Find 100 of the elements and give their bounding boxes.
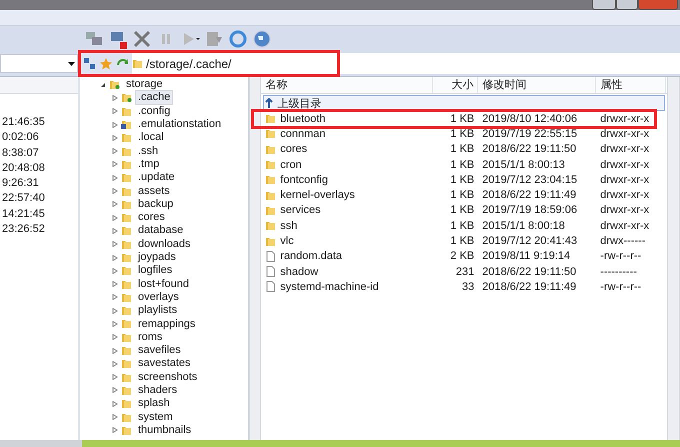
tree-item[interactable]: logfiles: [134, 263, 176, 278]
expand-icon[interactable]: [112, 94, 118, 101]
column-header[interactable]: 属性: [596, 77, 666, 93]
expand-icon[interactable]: [112, 268, 118, 274]
tree-item[interactable]: savefiles: [134, 343, 184, 358]
scrollbar[interactable]: [248, 77, 262, 440]
folder-icon: [120, 146, 132, 157]
folder-icon: [265, 236, 276, 247]
table-cell-text: 2019/7/12 23:04:15: [481, 174, 578, 186]
folder-icon: [120, 318, 132, 330]
table-cell-text: 231: [454, 266, 476, 278]
table-cell-text: ----------: [599, 266, 638, 278]
minimize-button[interactable]: [592, 0, 616, 10]
folder-icon: [120, 332, 132, 343]
scrollbar[interactable]: [667, 77, 680, 440]
tree-item[interactable]: .local: [134, 130, 167, 146]
path-field[interactable]: /storage/.cache/: [80, 53, 680, 74]
folder-icon: [265, 144, 276, 155]
table-cell-text: 2018/6/22 19:11:49: [481, 280, 578, 293]
folder-icon: [120, 106, 132, 117]
folder-icon: [120, 372, 132, 383]
row-label: 上级目录: [277, 96, 322, 110]
file-icon: [265, 281, 276, 292]
tree-item[interactable]: overlays: [134, 290, 182, 305]
column-header[interactable]: 修改时间: [478, 77, 596, 93]
file-name: fontconfig: [261, 174, 434, 186]
tree-item[interactable]: .tmp: [134, 156, 162, 172]
tree-item[interactable]: shaders: [134, 382, 180, 398]
tree-item[interactable]: screenshots: [134, 370, 200, 385]
up-arrow-icon: [264, 98, 274, 108]
folder-icon: [265, 204, 276, 216]
table-cell-text: -rw-r--r--: [599, 250, 642, 262]
tree-item[interactable]: .config: [134, 104, 174, 119]
folder-icon: [120, 305, 132, 316]
file-name: ssh: [261, 220, 434, 232]
expand-icon[interactable]: [112, 400, 118, 407]
table-cell-text: 1 KB: [449, 112, 476, 125]
file-name: kernel-overlays: [261, 189, 434, 202]
tree-item[interactable]: playlists: [134, 303, 180, 318]
table-cell-text: 2018/6/22 19:11:49: [481, 189, 578, 202]
folder-icon: [120, 158, 132, 170]
path-text: /storage/.cache/: [146, 56, 232, 70]
tree-item[interactable]: .cache: [134, 90, 174, 106]
tree-item[interactable]: .ssh: [134, 144, 162, 159]
tree-item[interactable]: assets: [134, 184, 173, 199]
maximize-button[interactable]: [616, 0, 638, 10]
expand-icon[interactable]: [112, 254, 118, 260]
caret-icon: [68, 62, 75, 66]
file-icon: [265, 250, 276, 262]
table-cell-text: 2019/8/11 9:19:14: [481, 250, 572, 262]
delete-icon[interactable]: [132, 28, 152, 48]
table-cell-text: drwxr-xr-x: [599, 189, 650, 202]
folder-icon: [120, 186, 132, 197]
tree-item[interactable]: downloads: [134, 236, 194, 252]
tree-item[interactable]: database: [134, 223, 186, 238]
table-cell-text: 2015/1/1 8:00:18: [481, 220, 566, 232]
folder-icon: [265, 190, 276, 201]
column-header[interactable]: 大小: [433, 77, 478, 93]
expand-icon[interactable]: [112, 108, 118, 114]
table-cell-text: 9:26:31: [1, 176, 40, 192]
table-cell-text: 33: [461, 280, 476, 293]
expand-icon[interactable]: [112, 334, 118, 340]
folder-icon: [265, 174, 276, 186]
collapse-icon[interactable]: [100, 82, 106, 88]
tree-item[interactable]: system: [134, 410, 176, 425]
table-cell-text: drwxr-xr-x: [599, 112, 650, 125]
tree-item[interactable]: lost+found: [134, 276, 192, 292]
tree-item[interactable]: .emulationstation: [134, 117, 224, 132]
table-cell-text: 20:48:08: [1, 160, 46, 176]
table-cell-text: 2019/7/19 18:59:06: [481, 204, 578, 216]
tree-item[interactable]: savestates: [134, 356, 194, 372]
tree-item[interactable]: thumbnails: [134, 422, 194, 438]
folder-icon: [120, 384, 132, 396]
tree-item[interactable]: remappings: [134, 316, 198, 332]
folder-icon: [120, 252, 132, 263]
folder-icon: [120, 132, 132, 144]
star-icon[interactable]: [100, 58, 112, 70]
tree-item[interactable]: backup: [134, 196, 176, 212]
tree-item[interactable]: splash: [134, 396, 173, 412]
folder-icon: [120, 265, 132, 276]
tree-item[interactable]: storage: [122, 77, 166, 92]
tree-item[interactable]: cores: [134, 210, 168, 226]
folder-icon: [120, 412, 132, 423]
table-cell-text: 1 KB: [449, 128, 476, 140]
file-name: cron: [261, 158, 434, 171]
table-cell-text: 2018/6/22 19:11:50: [481, 266, 578, 278]
file-name: shadow: [261, 266, 434, 278]
file-name: vlc: [261, 235, 434, 248]
folder-icon: [120, 212, 132, 224]
expand-icon[interactable]: [112, 241, 118, 248]
tree-item[interactable]: roms: [134, 330, 166, 345]
folder-icon: [120, 345, 132, 356]
column-header[interactable]: 名称: [261, 77, 434, 93]
tree-item[interactable]: .update: [134, 170, 178, 186]
table-cell-text: 2019/7/12 20:41:43: [481, 235, 578, 248]
table-cell-text: 2 KB: [449, 250, 476, 262]
expand-icon[interactable]: [112, 174, 118, 181]
tree-item[interactable]: joypads: [134, 250, 179, 266]
table-cell-text: 2018/6/22 19:11:50: [481, 143, 578, 156]
file-name: systemd-machine-id: [261, 280, 434, 293]
